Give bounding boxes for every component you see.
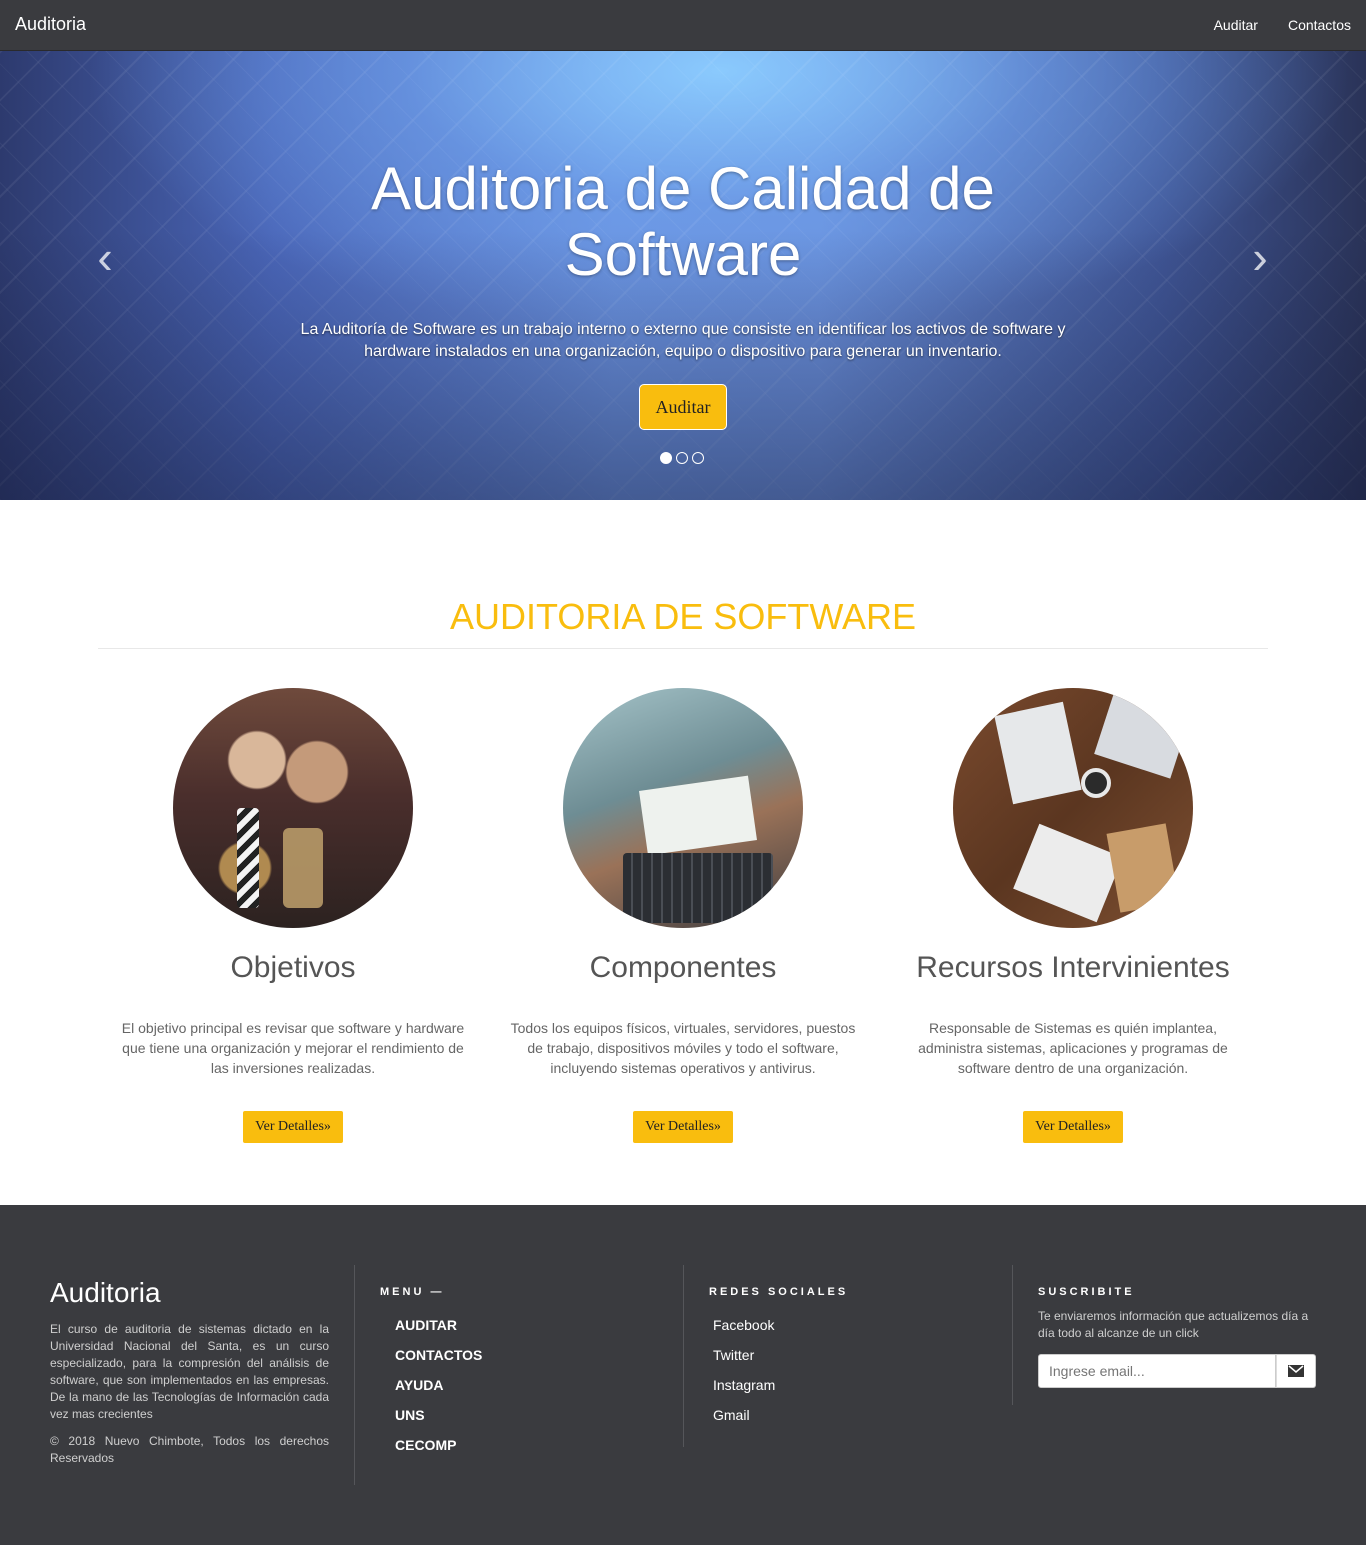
footer-social-column: REDES SOCIALES Facebook Twitter Instagra…	[709, 1265, 1013, 1423]
nav-link-contactos[interactable]: Contactos	[1288, 17, 1351, 33]
feature-title: Recursos Intervinientes	[916, 951, 1230, 984]
feature-text: Todos los equipos físicos, virtuales, se…	[510, 1020, 856, 1076]
section-title: AUDITORIA DE SOFTWARE	[449, 596, 917, 637]
footer-menu-ayuda[interactable]: AYUDA	[395, 1377, 444, 1393]
ver-detalles-button[interactable]: Ver Detalles»	[1023, 1111, 1123, 1143]
footer-social-heading: REDES SOCIALES	[709, 1286, 849, 1298]
list-item: Gmail	[713, 1400, 1012, 1430]
footer-about-column: Auditoria El curso de auditoria de siste…	[50, 1265, 355, 1485]
hero-description: La Auditoría de Software es un trabajo i…	[300, 321, 1066, 360]
subscribe-form	[1038, 1354, 1316, 1388]
navbar-links: Auditar Contactos	[1184, 0, 1351, 50]
laptop-notes-photo	[563, 688, 803, 928]
team-fist-bump-photo	[173, 688, 413, 928]
carousel-indicator-1[interactable]	[660, 452, 672, 464]
list-item: UNS	[395, 1400, 683, 1430]
chevron-right-icon[interactable]: ›	[1240, 234, 1280, 280]
feature-objetivos: Objetivos El objetivo principal es revis…	[108, 688, 478, 1143]
subscribe-send-button[interactable]	[1276, 1354, 1316, 1388]
footer-subscribe-heading: SUSCRIBITE	[1038, 1286, 1135, 1298]
envelope-icon	[1288, 1365, 1304, 1377]
footer-brand: Auditoria	[50, 1277, 161, 1308]
footer-menu-auditar[interactable]: AUDITAR	[395, 1317, 457, 1333]
social-link-instagram[interactable]: Instagram	[713, 1377, 775, 1393]
carousel-indicators	[660, 452, 704, 464]
social-link-twitter[interactable]: Twitter	[713, 1347, 754, 1363]
section-divider	[98, 648, 1268, 649]
footer-menu-uns[interactable]: UNS	[395, 1407, 425, 1423]
list-item: AYUDA	[395, 1370, 683, 1400]
footer-about-text: El curso de auditoria de sistemas dictad…	[50, 1322, 329, 1421]
chevron-left-icon[interactable]: ‹	[85, 234, 125, 280]
footer-social-list: Facebook Twitter Instagram Gmail	[709, 1310, 1012, 1430]
footer-menu-contactos[interactable]: CONTACTOS	[395, 1347, 482, 1363]
list-item: Twitter	[713, 1340, 1012, 1370]
social-link-gmail[interactable]: Gmail	[713, 1407, 750, 1423]
carousel-indicator-2[interactable]	[676, 452, 688, 464]
list-item: Instagram	[713, 1370, 1012, 1400]
hero-title: Auditoria de Calidad de Software	[371, 155, 995, 288]
desk-papers-photo	[953, 688, 1193, 928]
feature-recursos-intervinientes: Recursos Intervinientes Responsable de S…	[888, 688, 1258, 1143]
ver-detalles-button[interactable]: Ver Detalles»	[633, 1111, 733, 1143]
list-item: CONTACTOS	[395, 1340, 683, 1370]
footer-copyright: © 2018 Nuevo Chimbote, Todos los derecho…	[50, 1434, 329, 1465]
footer-menu-column: MENU — AUDITAR CONTACTOS AYUDA UNS CECOM…	[380, 1265, 684, 1453]
ver-detalles-button[interactable]: Ver Detalles»	[243, 1111, 343, 1143]
footer-menu-heading: MENU —	[380, 1286, 445, 1298]
list-item: AUDITAR	[395, 1310, 683, 1340]
social-link-facebook[interactable]: Facebook	[713, 1317, 774, 1333]
feature-title: Objetivos	[230, 951, 356, 984]
hero-auditar-button[interactable]: Auditar	[639, 384, 727, 430]
navbar: Auditoria Auditar Contactos	[0, 0, 1366, 51]
footer-menu-list: AUDITAR CONTACTOS AYUDA UNS CECOMP	[380, 1310, 683, 1460]
list-item: CECOMP	[395, 1430, 683, 1460]
footer-menu-cecomp[interactable]: CECOMP	[395, 1437, 456, 1453]
list-item: Facebook	[713, 1310, 1012, 1340]
feature-text: Responsable de Sistemas es quién implant…	[918, 1020, 1228, 1076]
nav-link-auditar[interactable]: Auditar	[1214, 17, 1258, 33]
feature-text: El objetivo principal es revisar que sof…	[121, 1020, 465, 1076]
footer-subscribe-column: SUSCRIBITE Te enviaremos información que…	[1038, 1265, 1318, 1388]
hero-carousel: ‹ › Auditoria de Calidad de Software La …	[0, 51, 1366, 500]
carousel-indicator-3[interactable]	[692, 452, 704, 464]
navbar-brand[interactable]: Auditoria	[15, 14, 86, 35]
feature-title: Componentes	[589, 951, 777, 984]
footer: Auditoria El curso de auditoria de siste…	[0, 1205, 1366, 1545]
footer-subscribe-text: Te enviaremos información que actualizem…	[1038, 1309, 1309, 1340]
feature-componentes: Componentes Todos los equipos físicos, v…	[498, 688, 868, 1143]
email-field[interactable]	[1038, 1354, 1276, 1388]
